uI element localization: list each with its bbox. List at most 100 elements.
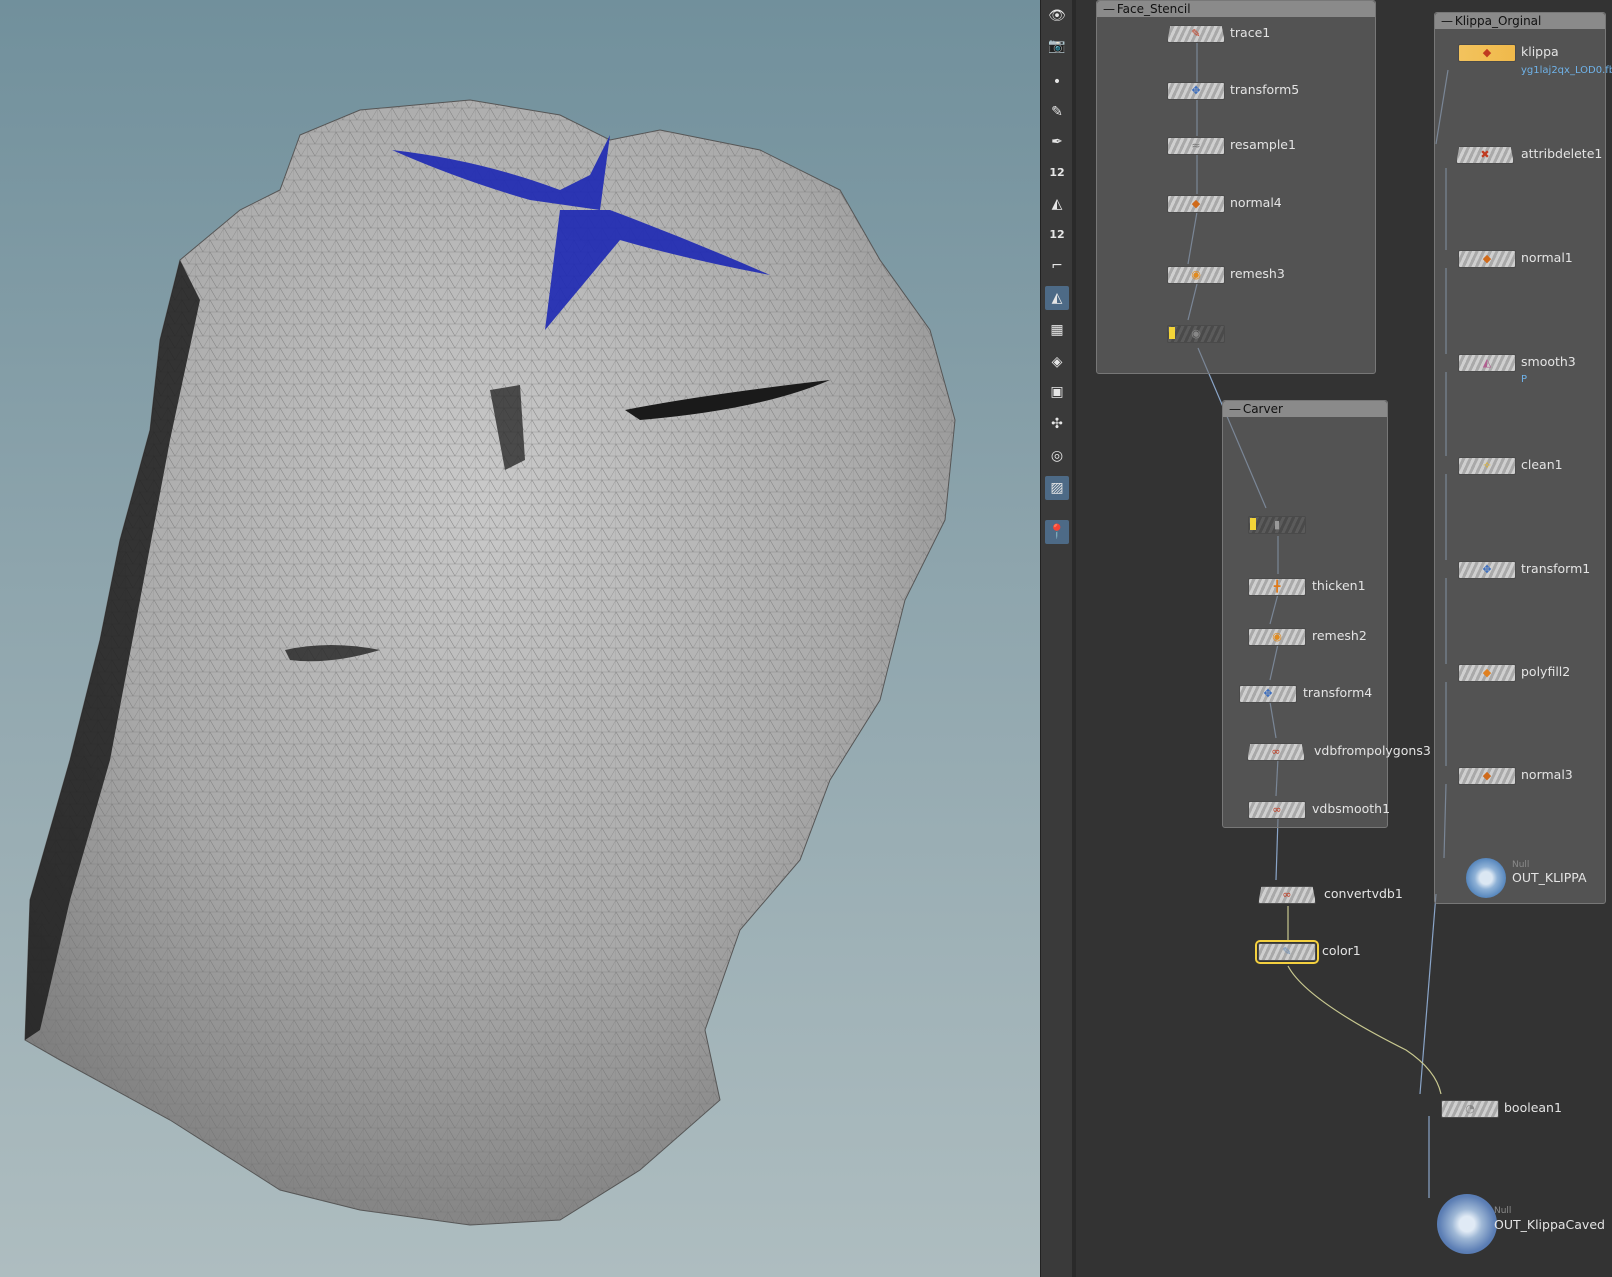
netbox-face-stencil[interactable]: — Face_Stencil	[1096, 0, 1376, 374]
trace-icon: ✎	[1191, 27, 1201, 40]
node-transform4[interactable]: ✥	[1239, 685, 1297, 703]
netbox-carver[interactable]: — Carver	[1222, 400, 1388, 828]
node-attribdelete1[interactable]: ✖	[1456, 146, 1514, 164]
node-remesh2[interactable]: ◉	[1248, 628, 1306, 646]
brush-icon[interactable]: ✎	[1045, 100, 1069, 124]
object-merge-icon: ▮	[1273, 518, 1281, 531]
attribdelete-icon: ✖	[1480, 148, 1490, 161]
node-normal3[interactable]: ◆	[1458, 767, 1516, 785]
node-klippa-file[interactable]: ◆	[1458, 44, 1516, 62]
scene-viewport[interactable]	[0, 0, 1040, 1277]
clean-icon: ✧	[1482, 459, 1492, 472]
node-transform4-label: transform4	[1303, 685, 1373, 700]
node-thicken1-label: thicken1	[1312, 578, 1366, 593]
node-boolean1[interactable]: ◔	[1441, 1100, 1499, 1118]
node-transform1[interactable]: ✥	[1458, 561, 1516, 579]
view-tool-icon[interactable]: 👁	[1045, 4, 1069, 28]
node-convertvdb1-label: convertvdb1	[1324, 886, 1403, 901]
null-type-tag: Null	[1494, 1206, 1512, 1216]
transform-icon: ✥	[1191, 84, 1201, 97]
node-resample1[interactable]: ≈	[1167, 137, 1225, 155]
texture-icon[interactable]: ▦	[1045, 318, 1069, 342]
node-normal1-label: normal1	[1521, 250, 1573, 265]
netbox-carver-title: Carver	[1242, 402, 1283, 416]
point-number-icon[interactable]: 12	[1045, 160, 1069, 184]
node-clean1[interactable]: ✧	[1458, 457, 1516, 475]
netbox-face-stencil-header[interactable]: — Face_Stencil	[1097, 1, 1375, 17]
node-attribdelete1-label: attribdelete1	[1521, 146, 1603, 161]
node-convertvdb1[interactable]: ∞	[1258, 886, 1316, 904]
netbox-klippa-header[interactable]: — Klippa_Orginal	[1435, 13, 1605, 29]
node-klippa-filename: yg1laj2qx_LOD0.fbx	[1521, 65, 1612, 76]
node-resample1-label: resample1	[1230, 137, 1296, 152]
node-normal4[interactable]: ◆	[1167, 195, 1225, 213]
netbox-carver-header[interactable]: — Carver	[1223, 401, 1387, 417]
color-icon: ✎	[1282, 945, 1292, 958]
display-flag	[1169, 327, 1175, 339]
primitive-icon[interactable]: ◭	[1045, 192, 1069, 216]
node-remesh2-label: remesh2	[1312, 628, 1367, 643]
node-normal1[interactable]: ◆	[1458, 250, 1516, 268]
pin-icon[interactable]: 📍	[1045, 520, 1069, 544]
netbox-face-stencil-title: Face_Stencil	[1116, 2, 1191, 16]
node-stencil-output[interactable]: ◉	[1167, 325, 1225, 343]
transform-icon: ✥	[1482, 563, 1492, 576]
node-vdbfrompolygons3-label: vdbfrompolygons3	[1314, 743, 1431, 758]
node-polyfill2-label: polyfill2	[1521, 664, 1571, 679]
node-polyfill2[interactable]: ◆	[1458, 664, 1516, 682]
axis-icon[interactable]: ✣	[1045, 412, 1069, 436]
collapse-icon[interactable]: —	[1103, 1, 1115, 17]
collapse-icon[interactable]: —	[1441, 13, 1453, 29]
collapse-icon[interactable]: —	[1229, 401, 1241, 417]
normal-icon: ◆	[1482, 769, 1492, 782]
node-out-klippa-label: OUT_KLIPPA	[1512, 870, 1587, 885]
node-smooth3[interactable]: ◭	[1458, 354, 1516, 372]
camera-tool-icon[interactable]: 📷	[1045, 34, 1069, 58]
node-klippa-label: klippa	[1521, 44, 1559, 59]
node-normal4-label: normal4	[1230, 195, 1282, 210]
shaded-icon[interactable]: ◭	[1045, 286, 1069, 310]
curve-icon[interactable]: ⌐	[1045, 254, 1069, 278]
node-remesh3[interactable]: ◉	[1167, 266, 1225, 284]
vdb-icon: ∞	[1282, 888, 1292, 901]
node-clean1-label: clean1	[1521, 457, 1563, 472]
transform-icon: ✥	[1263, 687, 1273, 700]
vdb-icon: ∞	[1272, 803, 1282, 816]
point-number-label: 12	[1049, 165, 1065, 179]
node-normal3-label: normal3	[1521, 767, 1573, 782]
grid-icon[interactable]: ◎	[1045, 444, 1069, 468]
node-color1[interactable]: ✎	[1255, 940, 1319, 964]
node-vdbfrompolygons3[interactable]: ∞	[1247, 743, 1305, 761]
node-carver-input[interactable]: ▮	[1248, 516, 1306, 534]
node-transform5-label: transform5	[1230, 82, 1300, 97]
node-trace1-label: trace1	[1230, 25, 1271, 40]
smooth-icon: ◭	[1482, 356, 1492, 369]
node-transform5[interactable]: ✥	[1167, 82, 1225, 100]
primitive-number-icon[interactable]: 12	[1045, 222, 1069, 246]
node-vdbsmooth1[interactable]: ∞	[1248, 801, 1306, 819]
normal-icon: ◆	[1482, 252, 1492, 265]
netbox-klippa-title: Klippa_Orginal	[1454, 14, 1542, 28]
normal-icon: ◆	[1191, 197, 1201, 210]
viewport-tool-shelf: 👁 📷 • ✎ ✒ 12 ◭ 12 ⌐ ◭ ▦ ◈ ▣ ✣ ◎ ▨ 📍	[1040, 0, 1074, 1277]
point-icon[interactable]: •	[1045, 70, 1069, 94]
node-network-editor[interactable]: — Face_Stencil — Carver — Klippa_Orginal…	[1076, 0, 1612, 1277]
boolean-icon: ◔	[1465, 1102, 1475, 1115]
node-out-klippacaved[interactable]	[1437, 1194, 1497, 1254]
pen-icon[interactable]: ✒	[1045, 130, 1069, 154]
node-thicken1[interactable]: ╋	[1248, 578, 1306, 596]
uv-icon[interactable]: ◈	[1045, 350, 1069, 374]
node-remesh3-label: remesh3	[1230, 266, 1285, 281]
node-vdbsmooth1-label: vdbsmooth1	[1312, 801, 1391, 816]
frame-icon[interactable]: ▣	[1045, 380, 1069, 404]
remesh-icon: ◉	[1191, 268, 1201, 281]
node-transform1-label: transform1	[1521, 561, 1591, 576]
display-flag	[1250, 518, 1256, 530]
thicken-icon: ╋	[1273, 580, 1281, 593]
background-icon[interactable]: ▨	[1045, 476, 1069, 500]
primitive-number-label: 12	[1049, 227, 1065, 241]
node-trace1[interactable]: ✎	[1167, 25, 1225, 43]
remesh-icon: ◉	[1272, 630, 1282, 643]
node-out-klippa[interactable]	[1466, 858, 1506, 898]
file-icon: ◆	[1482, 46, 1492, 59]
